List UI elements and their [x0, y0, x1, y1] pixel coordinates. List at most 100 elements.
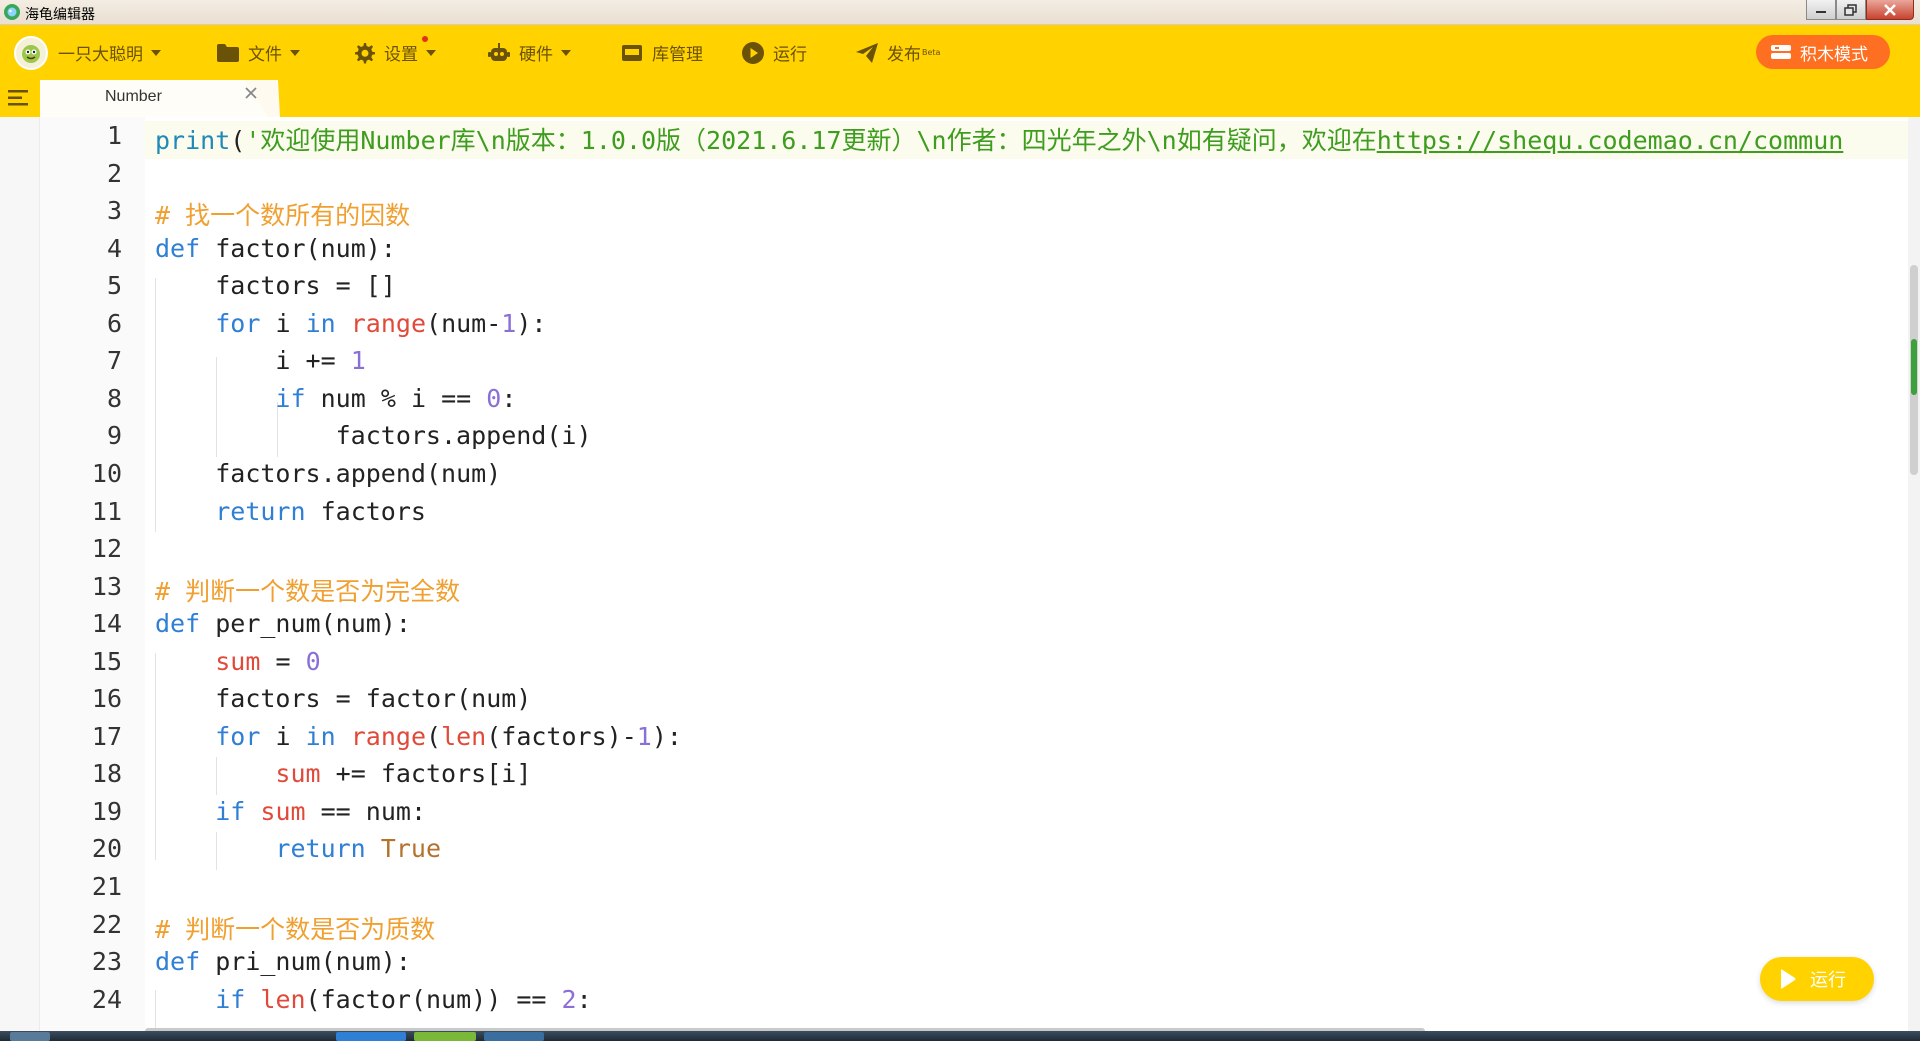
line-number: 13 [91, 571, 122, 601]
hardware-menu-label: 硬件 [519, 45, 553, 65]
line-number: 14 [91, 609, 122, 639]
run-menu-label: 运行 [773, 45, 807, 65]
file-menu[interactable]: 文件 [216, 25, 300, 80]
settings-menu[interactable]: 设置 [352, 25, 436, 80]
file-menu-label: 文件 [248, 45, 282, 65]
line-number: 8 [106, 383, 122, 413]
code-line[interactable]: factors = [] [155, 271, 396, 300]
block-mode-button[interactable]: 积木模式 [1756, 35, 1890, 69]
library-manager-label: 库管理 [652, 45, 703, 65]
publish-label: 发布 [887, 45, 921, 65]
minimize-icon [1816, 10, 1826, 13]
folder-icon [217, 43, 239, 62]
line-number: 12 [91, 534, 122, 564]
line-number: 16 [91, 684, 122, 714]
code-line[interactable]: if num % i == 0: [155, 384, 516, 413]
line-number: 23 [91, 947, 122, 977]
tab-close-icon[interactable] [244, 86, 258, 100]
vertical-scrollbar[interactable] [1908, 117, 1920, 1031]
close-icon [1884, 3, 1896, 16]
user-name: 一只大聪明 [58, 45, 143, 65]
toolbar: 一只大聪明 文件 设置 硬件 库管理 运行 发布 Beta 积木模式 [0, 25, 1920, 80]
user-avatar-icon [14, 35, 48, 70]
scrollbar-marker [1911, 339, 1917, 395]
beta-badge: Beta [922, 48, 941, 57]
code-line[interactable]: def pri_num(num): [155, 947, 411, 976]
chevron-down-icon [151, 49, 161, 56]
line-number: 2 [106, 158, 122, 188]
tab-bar: Number [0, 80, 1920, 117]
library-icon [622, 44, 642, 61]
left-sidebar-strip [0, 117, 40, 1031]
restore-button[interactable] [1836, 0, 1866, 20]
hardware-menu[interactable]: 硬件 [487, 25, 571, 80]
code-line[interactable]: if sum == num: [155, 797, 426, 826]
code-line[interactable]: print('欢迎使用Number库\n版本：1.0.0版（2021.6.17更… [155, 121, 1843, 157]
robot-icon [488, 42, 510, 61]
code-line[interactable]: factors.append(num) [155, 459, 501, 488]
line-number: 5 [106, 271, 122, 301]
publish-button[interactable]: 发布 Beta [855, 25, 940, 80]
code-line[interactable]: factors = factor(num) [155, 684, 531, 713]
os-taskbar [0, 1031, 1920, 1041]
line-number: 1 [106, 121, 122, 150]
line-number: 19 [91, 796, 122, 826]
line-number: 4 [106, 233, 122, 263]
line-number: 10 [91, 458, 122, 488]
line-number: 11 [91, 496, 122, 526]
code-line[interactable]: sum += factors[i] [155, 759, 531, 788]
line-number: 9 [106, 421, 122, 451]
taskbar-app-icon[interactable] [336, 1032, 406, 1041]
title-bar: 海龟编辑器 [0, 0, 1920, 25]
code-line[interactable]: # 找一个数所有的因数 [155, 196, 410, 232]
close-button[interactable] [1866, 0, 1914, 20]
block-mode-label: 积木模式 [1800, 44, 1868, 65]
notification-dot [422, 36, 428, 42]
run-menu-button[interactable]: 运行 [741, 25, 807, 80]
send-icon [856, 42, 878, 63]
gear-icon [355, 42, 375, 63]
chevron-down-icon [426, 49, 436, 56]
taskbar-start-icon[interactable] [10, 1032, 50, 1041]
code-line[interactable]: for i in range(num-1): [155, 309, 546, 338]
run-button-label: 运行 [1810, 970, 1846, 991]
taskbar-app-icon[interactable] [414, 1032, 476, 1041]
line-number: 18 [91, 759, 122, 789]
code-line[interactable]: # 判断一个数是否为质数 [155, 910, 435, 946]
code-line[interactable]: # 判断一个数是否为完全数 [155, 572, 460, 608]
minimize-button[interactable] [1806, 0, 1836, 20]
code-line[interactable]: i += 1 [155, 346, 365, 375]
code-line[interactable]: sum = 0 [155, 647, 320, 676]
tab-label: Number [105, 88, 162, 105]
code-line[interactable]: def factor(num): [155, 234, 396, 263]
line-number: 21 [91, 872, 122, 901]
line-number: 3 [106, 196, 122, 226]
play-icon [742, 41, 764, 64]
code-line[interactable]: def per_num(num): [155, 609, 411, 638]
run-button[interactable]: 运行 [1760, 957, 1874, 1001]
line-number: 22 [91, 909, 122, 939]
line-number: 20 [91, 834, 122, 864]
user-menu[interactable]: 一只大聪明 [14, 25, 161, 80]
settings-menu-label: 设置 [384, 45, 418, 65]
play-icon [1781, 969, 1796, 989]
hamburger-menu-icon[interactable] [8, 88, 30, 108]
code-line[interactable]: if len(factor(num)) == 2: [155, 985, 591, 1014]
turtle-logo-icon [4, 4, 20, 20]
chevron-down-icon [561, 49, 571, 56]
code-line[interactable]: factors.append(i) [155, 421, 592, 450]
line-number: 17 [91, 721, 122, 751]
line-number: 7 [106, 346, 122, 376]
restore-icon [1844, 3, 1857, 16]
code-line[interactable]: for i in range(len(factors)-1): [155, 722, 682, 751]
library-manager-button[interactable]: 库管理 [620, 25, 703, 80]
line-number: 6 [106, 308, 122, 338]
code-line[interactable]: return True [155, 834, 441, 863]
window-title: 海龟编辑器 [25, 7, 95, 23]
line-number: 24 [91, 984, 122, 1014]
line-number: 15 [91, 646, 122, 676]
code-line[interactable]: return factors [155, 497, 426, 526]
taskbar-app-icon[interactable] [484, 1032, 544, 1041]
chevron-down-icon [290, 49, 300, 56]
blocks-icon [1771, 45, 1791, 59]
